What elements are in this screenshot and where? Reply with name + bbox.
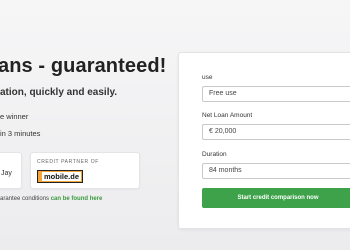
loan-form: use Free use Net Loan Amount € 20,000 Du… <box>178 52 350 229</box>
hero-subline: ation, quickly and easily. <box>0 87 118 98</box>
hero-headline: ans - guaranteed! <box>0 55 167 77</box>
purpose-select[interactable]: Free use <box>202 86 350 102</box>
start-comparison-button[interactable]: Start credit comparison now <box>202 188 350 208</box>
loan-amount-label: Net Loan Amount <box>202 112 253 119</box>
mobile-de-logo-text: mobile.de <box>42 172 82 181</box>
hero-bullet: e winner <box>0 112 29 121</box>
guarantee-footnote-text: arantee conditions <box>0 196 51 202</box>
credit-partner-label: CREDIT PARTNER OF <box>37 159 99 165</box>
duration-label: Duration <box>202 151 227 158</box>
guarantee-conditions-link[interactable]: can be found here <box>51 196 103 202</box>
rating-card-text: Jay <box>1 170 12 177</box>
guarantee-footnote: arantee conditions can be found here <box>0 196 102 202</box>
duration-select[interactable]: 84 months <box>202 163 350 179</box>
purpose-label: use <box>202 74 213 81</box>
loan-amount-input[interactable]: € 20,000 <box>202 124 350 140</box>
mobile-de-logo: mobile.de <box>37 170 84 183</box>
page: ans - guaranteed! ation, quickly and eas… <box>0 0 350 250</box>
credit-partner-card: CREDIT PARTNER OF mobile.de <box>30 152 140 189</box>
rating-card: Jay <box>0 152 22 189</box>
hero-bullet: in 3 minutes <box>0 129 41 138</box>
